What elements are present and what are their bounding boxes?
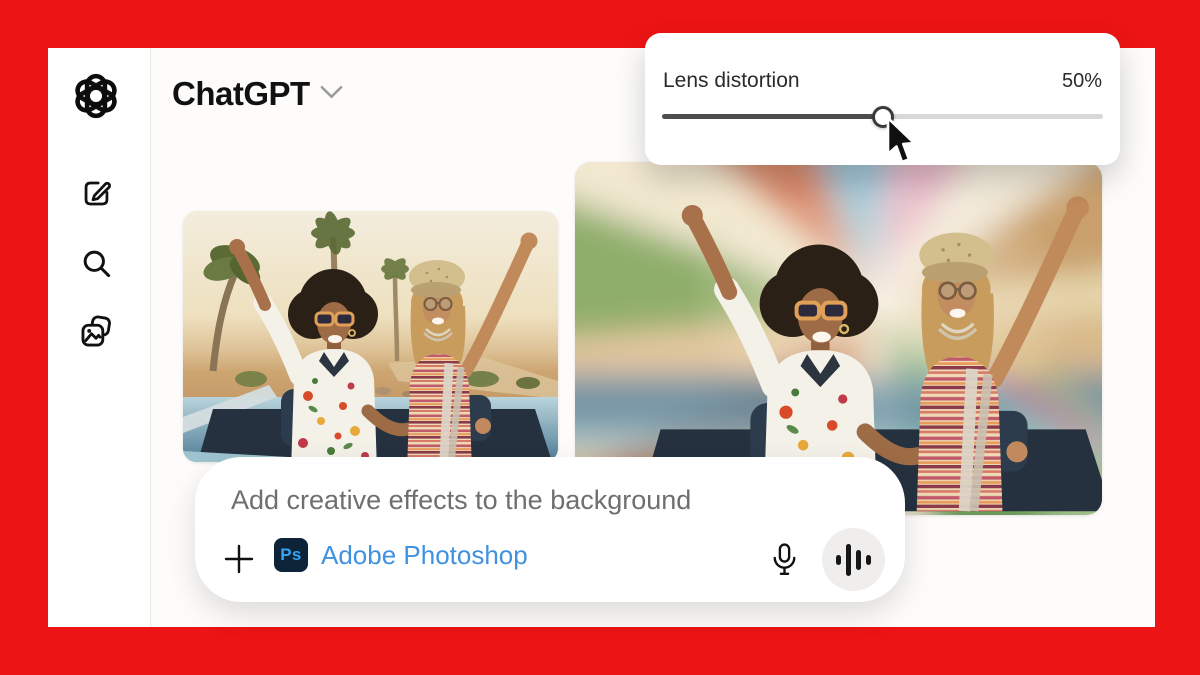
search-icon[interactable]	[79, 246, 113, 280]
plus-icon[interactable]	[222, 542, 256, 576]
slider-fill	[662, 114, 883, 119]
microphone-icon[interactable]	[766, 540, 802, 580]
library-icon[interactable]	[79, 314, 113, 348]
voice-mode-button[interactable]	[822, 528, 885, 591]
lens-distortion-label: Lens distortion	[663, 69, 800, 92]
new-chat-icon[interactable]	[79, 176, 113, 210]
composer-bar: Add creative effects to the background P…	[195, 457, 905, 602]
slider-track[interactable]	[662, 105, 1103, 128]
original-photo[interactable]	[183, 211, 558, 462]
plugin-chip-adobe-photoshop[interactable]: Ps Adobe Photoshop	[274, 538, 528, 572]
openai-logo	[73, 73, 119, 119]
slider-knob[interactable]	[871, 105, 894, 128]
lens-slider[interactable]	[662, 105, 1103, 128]
page-title[interactable]: ChatGPT	[172, 75, 310, 113]
model-switcher[interactable]: ChatGPT	[172, 75, 343, 113]
photoshop-icon[interactable]: Ps	[274, 538, 308, 572]
lens-distortion-value: 50%	[1061, 70, 1102, 92]
lens-distortion-panel: Lens distortion 50%	[645, 33, 1120, 165]
prompt-input[interactable]: Add creative effects to the background	[231, 485, 691, 516]
marketing-frame: ChatGPT Lens distortion 50% Add creative…	[0, 0, 1200, 675]
chevron-down-icon[interactable]	[320, 85, 343, 104]
voice-mode-icon	[836, 554, 841, 565]
sidebar	[48, 48, 151, 627]
composer-actions: Ps Adobe Photoshop	[195, 528, 905, 591]
plugin-name[interactable]: Adobe Photoshop	[321, 540, 528, 571]
